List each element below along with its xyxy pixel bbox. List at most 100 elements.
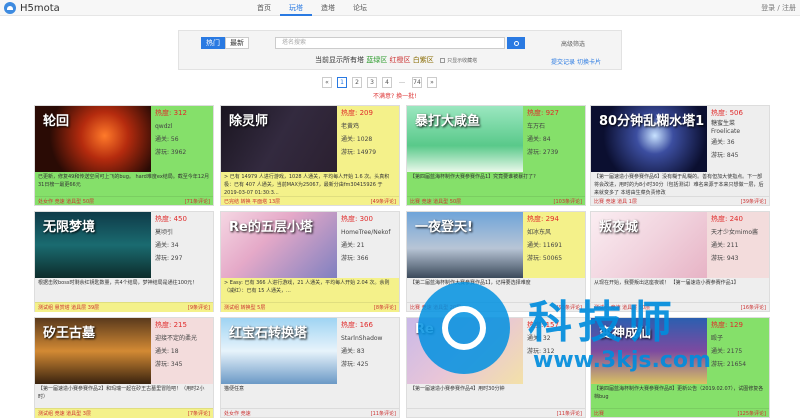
tower-cover-image[interactable]: 无限梦境	[35, 212, 151, 278]
tower-cover-image[interactable]: Re的五层小塔	[221, 212, 337, 278]
tower-cover-image[interactable]: 暴打大咸鱼	[407, 106, 523, 172]
tower-cover-image[interactable]: 轮回	[35, 106, 151, 172]
heat-value: 热度: 450	[155, 215, 187, 223]
card-footer: 处女作 竞速 道具型 50层 [71条评论]	[35, 196, 213, 206]
author-name[interactable]: 莫顷引	[155, 226, 209, 239]
tower-card[interactable]: 除灵师 热度: 209 老黄鸡 通关: 1028 游玩: 14979 > 已有 …	[220, 105, 400, 206]
tower-description: 【第一届速造小赛参赛作品2】和玛瑞一起在矽王古墓里冒险吧！（用时2小时）	[38, 386, 205, 400]
tower-stats: 热度: 450 莫顷引 通关: 34 游玩: 297	[151, 212, 213, 278]
search-input[interactable]: 塔名搜索	[275, 37, 505, 49]
card-footer: 测试组 悬赏塔 道具层 39层 [9条评论]	[35, 302, 213, 312]
comment-count[interactable]: [9条评论]	[188, 303, 210, 313]
site-logo[interactable]: H5mota	[4, 2, 60, 14]
tower-stats: 热度: 240 天才少女mimo酱 通关: 211 游玩: 943	[707, 212, 769, 278]
submit-record-link[interactable]: 提交记录	[551, 59, 575, 66]
only-favorites-checkbox[interactable]	[439, 57, 445, 63]
page-next-button[interactable]: »	[427, 77, 437, 88]
tower-description: > Easy: 已有 366 人进行游戏，21 人通关，平均每人开始 2.04 …	[221, 278, 399, 302]
tower-cover-image[interactable]: 一夜登天!	[407, 212, 523, 278]
tower-stats: 热度: 294 如冰东风 通关: 11691 游玩: 50065	[523, 212, 585, 278]
author-name[interactable]: 如冰东风	[527, 226, 581, 239]
search-panel: 热门 最新 塔名搜索 高级筛选 当前显示所有塔 蓝绿区 红橙区 白紫区 只显示收…	[178, 30, 622, 70]
tower-card[interactable]: 轮回 热度: 312 qwdzl 通关: 56 游玩: 3962 已更新，修复4…	[34, 105, 214, 206]
switch-card-link[interactable]: 切换卡片	[577, 59, 601, 66]
tower-tags: 处女作 竞速 道具型 50层	[38, 199, 95, 205]
tower-title: Re的五层小塔	[229, 220, 313, 235]
watermark-overlay: 科技师 www.3kjs.com	[418, 272, 768, 392]
tower-card[interactable]: 无限梦境 热度: 450 莫顷引 通关: 34 游玩: 297 根据击败boss…	[34, 211, 214, 312]
tower-card[interactable]: 暴打大咸鱼 热度: 927 车万石 通关: 84 游玩: 2739 【第四届蓝海…	[406, 105, 586, 206]
author-name-2[interactable]: Froelicate	[711, 128, 765, 136]
tower-tags: 比赛	[594, 411, 605, 417]
tower-stats: 热度: 300 HomeTree/Nekof 通关: 21 游玩: 366	[337, 212, 399, 278]
filter-red-zone[interactable]: 红橙区	[389, 56, 410, 64]
tower-tags: 比赛 竞速 道具 1层	[594, 199, 637, 205]
author-name[interactable]: 糖蜜生菜	[711, 120, 765, 128]
page-last-button[interactable]: 74	[412, 77, 422, 88]
pass-count: 通关: 36	[711, 139, 735, 146]
login-register-link[interactable]: 登录 / 注册	[761, 3, 796, 13]
comment-count[interactable]: [71条评论]	[185, 197, 210, 207]
play-count: 游玩: 50065	[527, 255, 563, 262]
tower-tags: 已完结 转换 平面塔 13层	[224, 199, 281, 205]
comment-count[interactable]: [49条评论]	[371, 197, 396, 207]
nav-home[interactable]: 首页	[248, 0, 280, 16]
filter-green-zone[interactable]: 蓝绿区	[366, 56, 387, 64]
tower-cover-image[interactable]: 除灵师	[221, 106, 337, 172]
tower-cover-image[interactable]: 叛夜城	[591, 212, 707, 278]
card-footer: [11条评论]	[407, 408, 585, 418]
tower-title: 矽王古墓	[43, 326, 96, 341]
author-name[interactable]: 天才少女mimo酱	[711, 226, 765, 239]
play-count: 游玩: 845	[711, 152, 739, 159]
author-name[interactable]: qwdzl	[155, 120, 209, 133]
heat-value: 热度: 215	[155, 321, 187, 329]
page-1-button[interactable]: 1	[337, 77, 347, 88]
pass-count: 通关: 21	[341, 242, 365, 249]
tower-stats: 热度: 166 StarlnShadow 通关: 83 游玩: 425	[337, 318, 399, 384]
comment-count[interactable]: [8条评论]	[374, 303, 396, 313]
advanced-filter-link[interactable]: 高级筛选	[561, 39, 585, 48]
play-count: 游玩: 943	[711, 255, 739, 262]
nav-play[interactable]: 玩塔	[280, 0, 312, 16]
tower-card[interactable]: 80分钟乱糊水塔1 热度: 506 糖蜜生菜 Froelicate 通关: 36…	[590, 105, 770, 206]
nav-create[interactable]: 造塔	[312, 0, 344, 16]
search-icon	[513, 40, 519, 46]
tower-stats: 热度: 506 糖蜜生菜 Froelicate 通关: 36 游玩: 845	[707, 106, 769, 172]
page-prev-button[interactable]: «	[322, 77, 332, 88]
pass-count: 通关: 84	[527, 136, 551, 143]
author-name[interactable]: StarlnShadow	[341, 332, 395, 345]
pass-count: 通关: 83	[341, 348, 365, 355]
pass-count: 通关: 11691	[527, 242, 563, 249]
tower-tags: 处女作 竞速	[224, 411, 251, 417]
page-2-button[interactable]: 2	[352, 77, 362, 88]
pass-count: 通关: 34	[155, 242, 179, 249]
tower-cover-image[interactable]: 红宝石转换塔	[221, 318, 337, 384]
heat-value: 热度: 209	[341, 109, 373, 117]
page-4-button[interactable]: 4	[382, 77, 392, 88]
page-3-button[interactable]: 3	[367, 77, 377, 88]
tower-card[interactable]: 矽王古墓 热度: 215 迎接不定的柔光 通关: 18 游玩: 345 【第一届…	[34, 317, 214, 418]
author-name[interactable]: 老黄鸡	[341, 120, 395, 133]
filter-white-zone[interactable]: 白紫区	[413, 56, 434, 64]
author-name[interactable]: 迎接不定的柔光	[155, 332, 209, 345]
tower-card[interactable]: Re的五层小塔 热度: 300 HomeTree/Nekof 通关: 21 游玩…	[220, 211, 400, 312]
tower-title: 无限梦境	[43, 220, 96, 235]
nav-forum[interactable]: 论坛	[344, 0, 376, 16]
comment-count[interactable]: [39条评论]	[741, 197, 766, 207]
tower-cover-image[interactable]: 矽王古墓	[35, 318, 151, 384]
tower-tags: 测试组 悬赏塔 道具层 39层	[38, 305, 100, 311]
sort-latest-button[interactable]: 最新	[225, 37, 249, 49]
tower-description: > 已有 14979 人进行游戏，1028 人通关，平均每人开始 1.6 次。头…	[224, 174, 390, 196]
tower-cover-image[interactable]: 80分钟乱糊水塔1	[591, 106, 707, 172]
tower-tags: 测试组 转换型 5层	[224, 305, 266, 311]
author-name[interactable]: HomeTree/Nekof	[341, 226, 395, 239]
author-name[interactable]: 车万石	[527, 120, 581, 133]
tower-description: 【第四届蓝海杯制作大赛参赛作品1】究竟要谁被暴打了?	[410, 174, 536, 180]
play-count: 游玩: 345	[155, 361, 183, 368]
tower-card[interactable]: 红宝石转换塔 热度: 166 StarlnShadow 通关: 83 游玩: 4…	[220, 317, 400, 418]
comment-count[interactable]: [103条评论]	[554, 197, 582, 207]
watermark-logo-icon	[418, 282, 510, 374]
search-button[interactable]	[507, 37, 525, 49]
sort-hot-button[interactable]: 热门	[201, 37, 225, 49]
refresh-batch-link[interactable]: 不满意? 换一批!	[373, 91, 417, 100]
